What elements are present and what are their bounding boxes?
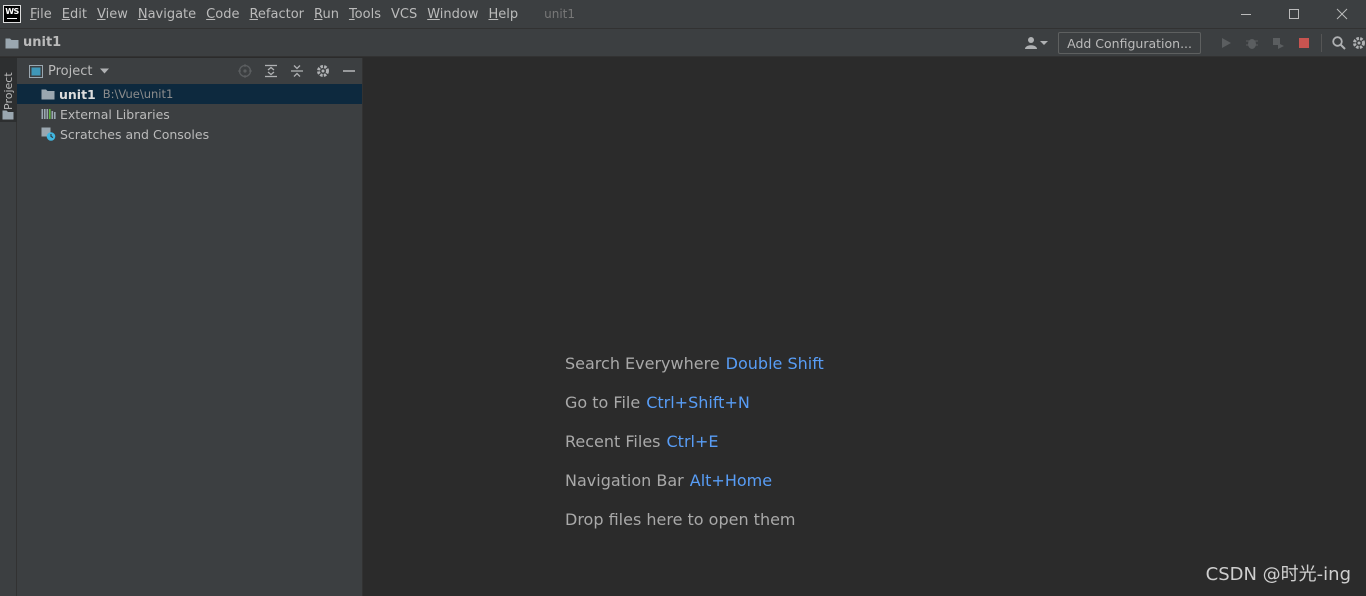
search-everywhere-button[interactable] (1326, 29, 1352, 57)
hide-panel-button[interactable] (336, 58, 362, 84)
menu-item[interactable]: Tools (349, 7, 381, 22)
window-controls (1222, 0, 1366, 28)
project-panel: Project unit1 B:\Vue\unit1 External Libr… (17, 58, 363, 596)
hint-text: Go to File (565, 393, 641, 412)
hint-text: Search Everywhere (565, 354, 720, 373)
scratches-icon (41, 127, 56, 141)
coverage-button[interactable] (1265, 29, 1291, 57)
navigation-bar: unit1 Add Configuration... (0, 28, 1366, 57)
menu-item[interactable]: VCS (391, 7, 417, 22)
chevron-down-icon (1040, 41, 1049, 45)
stop-icon (1299, 38, 1309, 48)
crosshair-icon (238, 64, 252, 78)
hint-shortcut[interactable]: Ctrl+Shift+N (646, 393, 750, 412)
menu-item[interactable]: Navigate (138, 7, 196, 22)
hint-text: Navigation Bar (565, 471, 684, 490)
settings-button[interactable] (1352, 29, 1366, 57)
tree-item-label: Scratches and Consoles (60, 126, 210, 142)
editor-area[interactable]: Search Everywhere Double Shift Go to File… (363, 58, 1366, 596)
coverage-icon (1273, 38, 1284, 49)
collapse-all-button[interactable] (284, 58, 310, 84)
run-toolbar: Add Configuration... (1024, 29, 1366, 57)
tree-item-path: B:\Vue\unit1 (102, 87, 174, 101)
menu-item[interactable]: Edit (62, 7, 87, 22)
menu-item[interactable]: Code (206, 7, 239, 22)
run-button[interactable] (1213, 29, 1239, 57)
user-button[interactable] (1024, 36, 1049, 50)
hint-navigation-bar: Navigation Bar Alt+Home (565, 471, 824, 510)
hint-text: Recent Files (565, 432, 661, 451)
hint-shortcut[interactable]: Double Shift (726, 354, 824, 373)
menu-item[interactable]: Refactor (249, 7, 304, 22)
close-icon (1336, 8, 1348, 20)
watermark: CSDN @时光-ing (1205, 564, 1351, 585)
folder-icon (41, 89, 55, 100)
chevron-down-icon[interactable] (100, 68, 110, 74)
hint-text: Drop files here to open them (565, 510, 796, 529)
breadcrumb-project[interactable]: unit1 (23, 35, 61, 50)
window-title: unit1 (544, 7, 576, 21)
webstorm-logo-icon[interactable]: WS (3, 5, 21, 23)
minimize-button[interactable] (1222, 0, 1270, 28)
run-icon (1222, 38, 1231, 48)
left-tool-stripe: Project (0, 58, 17, 596)
expand-all-icon (265, 64, 277, 78)
hint-go-to-file: Go to File Ctrl+Shift+N (565, 393, 824, 432)
tree-item-label: unit1 (59, 86, 96, 102)
folder-icon (2, 110, 14, 120)
project-view-selector[interactable]: Project (48, 64, 92, 79)
menu-item[interactable]: Help (488, 7, 518, 22)
debug-button[interactable] (1239, 29, 1265, 57)
menu-item[interactable]: File (30, 7, 52, 22)
project-panel-header: Project (17, 58, 362, 84)
main-menu: File Edit View Navigate Code Refactor Run Tools… (30, 7, 528, 22)
hint-recent-files: Recent Files Ctrl+E (565, 432, 824, 471)
maximize-button[interactable] (1270, 0, 1318, 28)
debug-icon (1246, 39, 1258, 49)
hint-drop-files: Drop files here to open them (565, 510, 824, 549)
gear-icon (1353, 37, 1365, 49)
close-button[interactable] (1318, 0, 1366, 28)
minimize-icon (1241, 14, 1251, 15)
tree-item-external-libraries[interactable]: External Libraries (17, 104, 362, 124)
maximize-icon (1289, 9, 1299, 19)
folder-icon (5, 38, 19, 48)
menu-item[interactable]: View (97, 7, 128, 22)
hint-search-everywhere: Search Everywhere Double Shift (565, 354, 824, 393)
add-configuration-button[interactable]: Add Configuration... (1058, 32, 1201, 54)
hint-shortcut[interactable]: Ctrl+E (667, 432, 719, 451)
project-view-icon (29, 64, 43, 78)
collapse-all-icon (291, 65, 303, 77)
tree-item-label: External Libraries (60, 106, 170, 122)
library-icon (41, 109, 56, 119)
minimize-icon (343, 70, 355, 72)
gear-icon (317, 65, 329, 77)
menu-item[interactable]: Window (427, 7, 478, 22)
hint-shortcut[interactable]: Alt+Home (690, 471, 772, 490)
tree-item-unit1[interactable]: unit1 B:\Vue\unit1 (17, 84, 362, 104)
stop-button[interactable] (1291, 29, 1317, 57)
menu-item[interactable]: Run (314, 7, 339, 22)
search-icon (1332, 36, 1346, 50)
expand-all-button[interactable] (258, 58, 284, 84)
project-panel-toolbar (232, 58, 362, 84)
locate-file-button[interactable] (232, 58, 258, 84)
editor-empty-hints: Search Everywhere Double Shift Go to File… (565, 354, 824, 549)
menu-bar: WS File Edit View Navigate Code Refactor Run To… (0, 0, 1366, 28)
toolbar-separator (1321, 34, 1322, 52)
user-icon (1025, 37, 1038, 49)
project-tree: unit1 B:\Vue\unit1 External Libraries Sc… (17, 84, 362, 144)
tree-item-scratches-and-consoles[interactable]: Scratches and Consoles (17, 124, 362, 144)
panel-settings-button[interactable] (310, 58, 336, 84)
